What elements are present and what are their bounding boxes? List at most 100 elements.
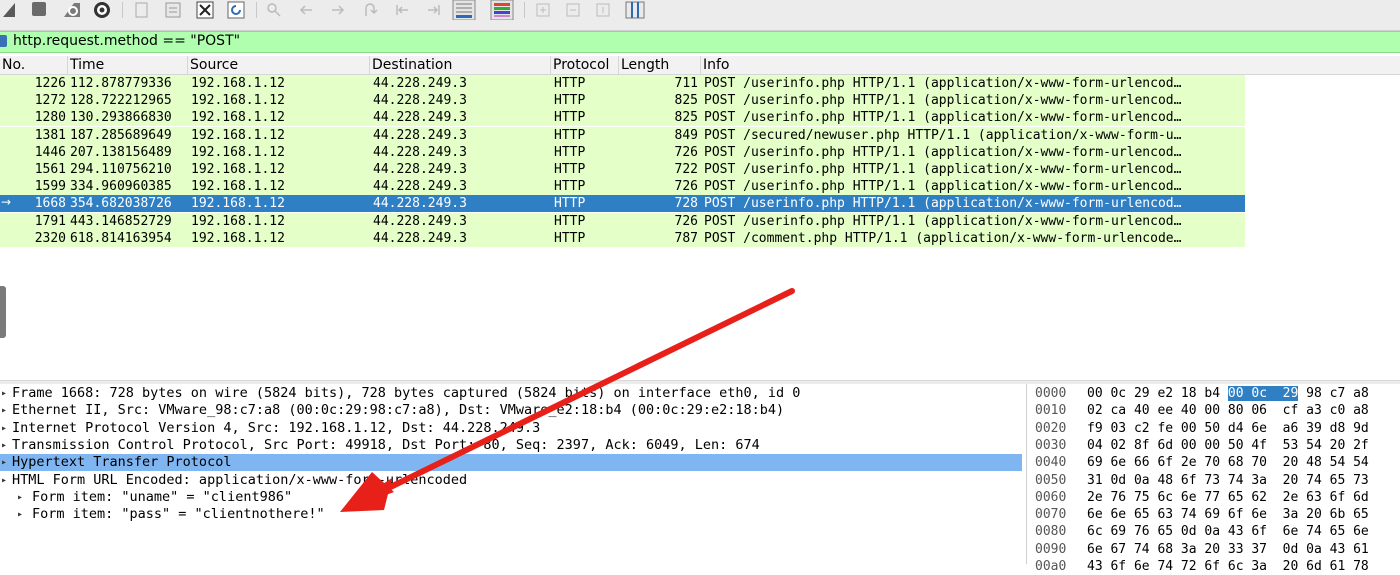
restart-icon[interactable] (58, 0, 84, 20)
hex-bytes: 31 0d 0a 48 6f 73 74 3a 20 74 65 73 (1087, 472, 1369, 489)
column-header-info[interactable]: Info (701, 56, 1400, 74)
packet-time: 334.960960385 (70, 179, 172, 195)
forward-icon[interactable] (328, 0, 348, 20)
stop-icon[interactable] (28, 0, 50, 20)
packet-no: 1381 (34, 127, 66, 143)
packet-row[interactable]: 1226 112.878779336 192.168.1.12 44.228.249.… (0, 75, 1245, 92)
packet-protocol: HTTP (554, 110, 586, 126)
packet-time: 618.814163954 (70, 230, 172, 246)
colorize-icon[interactable] (488, 0, 516, 20)
detail-tree-item[interactable]: ▸ Form item: "uname" = "client986" (0, 489, 1022, 506)
hex-bytes-text: 2e 76 75 6c 6e 77 65 62 2e 63 6f 6d (1087, 489, 1369, 505)
display-filter-input[interactable]: http.request.method == "POST" (13, 33, 240, 49)
hex-row[interactable]: 0060 2e 76 75 6c 6e 77 65 62 2e 63 6f 6d (1027, 489, 1400, 506)
hex-row[interactable]: 0050 31 0d 0a 48 6f 73 74 3a 20 74 65 73 (1027, 472, 1400, 489)
packet-protocol: HTTP (554, 230, 586, 246)
packet-info: POST /userinfo.php HTTP/1.1 (application… (704, 179, 1182, 195)
column-header-time[interactable]: Time (68, 56, 188, 74)
display-filter-bar[interactable]: http.request.method == "POST" (0, 31, 1400, 53)
expand-arrow-icon[interactable]: ▸ (1, 420, 7, 437)
last-packet-icon[interactable] (424, 0, 444, 20)
shark-fin-icon[interactable] (0, 0, 20, 20)
packet-row[interactable]: 2320 618.814163954 192.168.1.12 44.228.249.… (0, 229, 1245, 247)
packet-time: 112.878779336 (70, 76, 172, 91)
hex-bytes: 6e 6e 65 63 74 69 6f 6e 3a 20 6b 65 (1087, 506, 1369, 523)
resize-columns-icon[interactable] (624, 0, 646, 20)
expand-arrow-icon[interactable]: ▸ (1, 385, 7, 402)
detail-tree-label: Frame 1668: 728 bytes on wire (5824 bits… (12, 385, 801, 401)
packet-info: POST /userinfo.php HTTP/1.1 (application… (704, 76, 1182, 91)
bookmark-icon[interactable] (0, 35, 7, 47)
packet-row[interactable]: 1280 130.293866830 192.168.1.12 44.228.249.… (0, 109, 1245, 127)
packet-source: 192.168.1.12 (191, 110, 285, 126)
expand-arrow-icon[interactable]: ▸ (17, 489, 23, 506)
hex-bytes: 02 ca 40 ee 40 00 80 06 cf a3 c0 a8 (1087, 402, 1369, 419)
zoom-in-icon[interactable] (534, 0, 552, 20)
packet-no: 1791 (34, 213, 66, 229)
hex-offset: 0050 (1035, 472, 1067, 488)
detail-tree-item[interactable]: ▸ Transmission Control Protocol, Src Port… (0, 437, 1022, 454)
back-icon[interactable] (296, 0, 316, 20)
hex-offset: 0030 (1035, 437, 1067, 453)
side-handle[interactable] (0, 286, 6, 338)
packet-length: 722 (674, 162, 698, 177)
column-header-no[interactable]: No. (0, 56, 68, 74)
first-packet-icon[interactable] (392, 0, 412, 20)
packet-row[interactable]: 1446 207.138156489 192.168.1.12 44.228.249.… (0, 143, 1245, 161)
packet-protocol: HTTP (554, 196, 586, 212)
reload-file-icon[interactable] (225, 0, 247, 20)
save-file-icon[interactable] (162, 0, 184, 20)
expand-arrow-icon[interactable]: ▸ (1, 437, 7, 454)
expand-arrow-icon[interactable]: ▸ (1, 454, 7, 471)
hex-row[interactable]: 0090 6e 67 74 68 3a 20 33 37 0d 0a 43 61 (1027, 541, 1400, 558)
packet-row[interactable]: 1668 354.682038726 192.168.1.12 44.228.249.… (0, 195, 1245, 213)
hex-row[interactable]: 0010 02 ca 40 ee 40 00 80 06 cf a3 c0 a8 (1027, 402, 1400, 419)
go-to-packet-icon[interactable] (360, 0, 380, 20)
hex-row[interactable]: 0070 6e 6e 65 63 74 69 6f 6e 3a 20 6b 65 (1027, 506, 1400, 523)
packet-row[interactable]: 1791 443.146852729 192.168.1.12 44.228.249.… (0, 212, 1245, 230)
expand-arrow-icon[interactable]: ▸ (1, 472, 7, 489)
packet-info: POST /userinfo.php HTTP/1.1 (application… (704, 144, 1182, 160)
packet-no: 2320 (34, 230, 66, 246)
hex-row[interactable]: 0000 00 0c 29 e2 18 b4 00 0c 29 98 c7 a8 (1027, 385, 1400, 402)
hex-row[interactable]: 0040 69 6e 66 6f 2e 70 68 70 20 48 54 54 (1027, 454, 1400, 471)
column-header-source[interactable]: Source (188, 56, 370, 74)
zoom-out-icon[interactable] (564, 0, 582, 20)
column-header-length[interactable]: Length (619, 56, 701, 74)
detail-tree-item[interactable]: ▸ Form item: "pass" = "clientnothere!" (0, 506, 1022, 523)
find-packet-icon[interactable] (264, 0, 284, 20)
expand-arrow-icon[interactable]: ▸ (1, 402, 7, 419)
detail-tree-item[interactable]: ▸ Ethernet II, Src: VMware_98:c7:a8 (00:0… (0, 402, 1022, 419)
packet-row[interactable]: 1599 334.960960385 192.168.1.12 44.228.249.… (0, 178, 1245, 196)
column-header-destination[interactable]: Destination (370, 56, 551, 74)
packet-source: 192.168.1.12 (191, 127, 285, 143)
hex-row[interactable]: 0030 04 02 8f 6d 00 00 50 4f 53 54 20 2f (1027, 437, 1400, 454)
autoscroll-icon[interactable] (450, 0, 478, 20)
hex-selected-bytes: 00 0c 29 (1227, 386, 1299, 401)
close-file-icon[interactable] (194, 0, 216, 20)
packet-no: 1280 (34, 110, 66, 126)
detail-tree-item[interactable]: ▸ Internet Protocol Version 4, Src: 192.1… (0, 420, 1022, 437)
hex-bytes: 04 02 8f 6d 00 00 50 4f 53 54 20 2f (1087, 437, 1369, 454)
expand-arrow-icon[interactable]: ▸ (17, 506, 23, 523)
hex-row[interactable]: 0020 f9 03 c2 fe 00 50 d4 6e a6 39 d8 9d (1027, 420, 1400, 437)
packet-info: POST /userinfo.php HTTP/1.1 (application… (704, 93, 1182, 109)
packet-source: 192.168.1.12 (191, 93, 285, 109)
normal-size-icon[interactable] (594, 0, 612, 20)
detail-tree-item[interactable]: ▸ Frame 1668: 728 bytes on wire (5824 bit… (0, 385, 1022, 402)
packet-length: 787 (674, 230, 698, 246)
column-header-protocol[interactable]: Protocol (551, 56, 619, 74)
open-file-icon[interactable] (132, 0, 152, 20)
packet-protocol: HTTP (554, 213, 586, 229)
packet-row[interactable]: 1272 128.722212965 192.168.1.12 44.228.249.… (0, 92, 1245, 110)
options-gear-icon[interactable] (90, 0, 114, 20)
packet-row[interactable]: 1561 294.110756210 192.168.1.12 44.228.249.… (0, 161, 1245, 178)
hex-row[interactable]: 0080 6c 69 76 65 0d 0a 43 6f 6e 74 65 6e (1027, 523, 1400, 540)
packet-row[interactable]: 1381 187.285689649 192.168.1.12 44.228.249.… (0, 126, 1245, 144)
detail-tree-item[interactable]: ▸ Hypertext Transfer Protocol (0, 454, 1022, 472)
hex-offset: 00a0 (1035, 559, 1067, 574)
packet-source: 192.168.1.12 (191, 179, 285, 195)
hex-row[interactable]: 00a0 43 6f 6e 74 72 6f 6c 3a 20 6d 61 78 (1027, 558, 1400, 575)
packet-protocol: HTTP (554, 127, 586, 143)
detail-tree-item[interactable]: ▸ HTML Form URL Encoded: application/x-ww… (0, 472, 1022, 489)
